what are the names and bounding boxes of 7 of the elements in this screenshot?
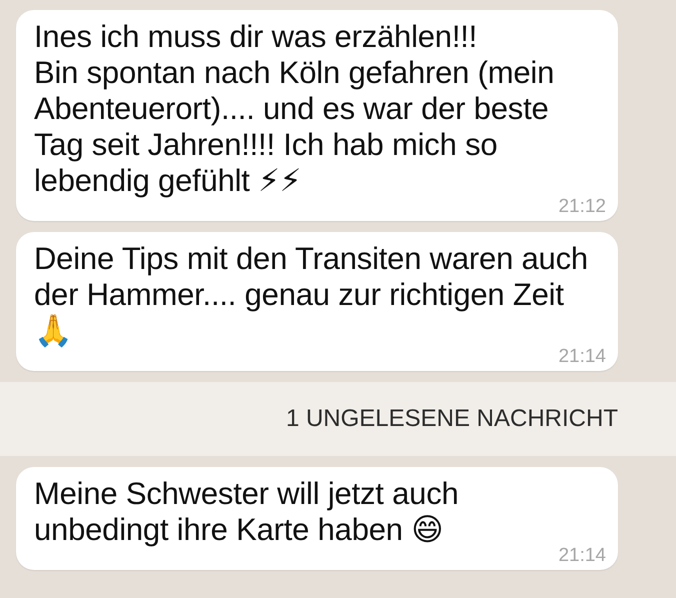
message-time: 21:12 (558, 196, 606, 218)
message-text: Ines ich muss dir was erzählen!!! Bin spontan nach Köln gefahren (mein Abenteuerort).... und es war der beste Tag seit Jahren!!!! Ich hab mich so lebendig gefühlt ⚡⚡ (34, 19, 556, 199)
message-text: Deine Tips mit den Transiten waren auch der Hammer.... genau zur richtigen Zeit 🙏 (34, 241, 589, 348)
message-text: Meine Schwester will jetzt auch unbedingt ihre Karte haben 😄 (34, 476, 460, 548)
message-time: 21:14 (558, 346, 606, 368)
message-time: 21:14 (558, 545, 606, 567)
unread-label: 1 UNGELESENE NACHRICHT (286, 405, 618, 433)
